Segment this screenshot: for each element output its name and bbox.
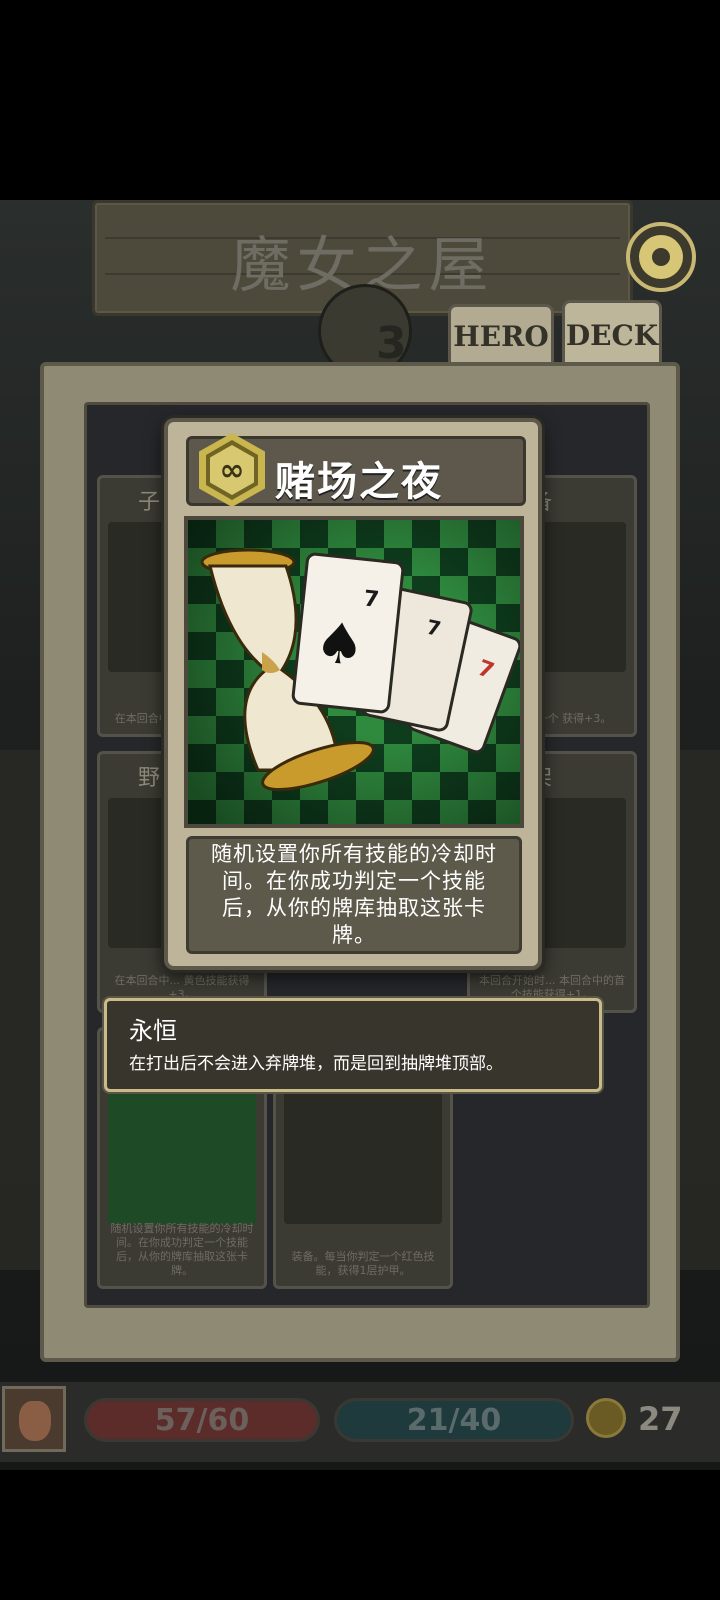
card-rank-label: 7 bbox=[362, 587, 380, 613]
gear-icon bbox=[639, 235, 683, 279]
left-side-panel bbox=[0, 750, 40, 1270]
card-description: 随机设置你所有技能的冷却时间。在你成功判定一个技能后，从你的牌库抽取这张卡牌。 bbox=[110, 1222, 254, 1277]
right-side-panel bbox=[680, 750, 720, 1270]
card-art bbox=[108, 1074, 256, 1224]
hp-bar: 57/60 bbox=[84, 1398, 320, 1442]
card-name: 赌场之夜 bbox=[275, 459, 443, 505]
settings-button[interactable] bbox=[626, 222, 696, 292]
coin-count: 27 bbox=[638, 1400, 683, 1438]
card-art bbox=[284, 1074, 442, 1224]
card-name-plate: ∞ 赌场之夜 bbox=[186, 433, 526, 507]
status-bar: 57/60 21/40 27 bbox=[0, 1382, 720, 1462]
card-description-box: 随机设置你所有技能的冷却时间。在你成功判定一个技能后，从你的牌库抽取这张卡牌。 bbox=[186, 836, 522, 954]
svg-text:♠: ♠ bbox=[311, 609, 368, 680]
tab-hero[interactable]: HERO bbox=[448, 304, 554, 366]
card-description: 装备。每当你判定一个红色技能，获得1层护甲。 bbox=[291, 1250, 435, 1277]
tab-deck[interactable]: DECK bbox=[562, 300, 662, 368]
card-description: 随机设置你所有技能的冷却时间。在你成功判定一个技能后，从你的牌库抽取这张卡牌。 bbox=[211, 842, 497, 947]
keyword-description: 在打出后不会进入弃牌堆，而是回到抽牌堆顶部。 bbox=[129, 1054, 503, 1074]
card-art: 7 7 7 ♠ bbox=[184, 516, 524, 828]
keyword-tooltip: 永恒 在打出后不会进入弃牌堆，而是回到抽牌堆顶部。 bbox=[104, 998, 602, 1092]
hourglass-cards-illustration: 7 7 7 ♠ bbox=[200, 548, 520, 792]
coin-icon bbox=[586, 1398, 626, 1438]
keyword-title: 永恒 bbox=[129, 1017, 177, 1045]
hero-avatar[interactable] bbox=[2, 1386, 66, 1452]
infinity-icon: ∞ bbox=[199, 433, 265, 507]
energy-bar: 21/40 bbox=[334, 1398, 574, 1442]
card-detail[interactable]: ∞ 赌场之夜 7 7 7 ♠ 随机设置你所有技能的冷却时间。在你成功判定一个技能… bbox=[164, 418, 542, 970]
